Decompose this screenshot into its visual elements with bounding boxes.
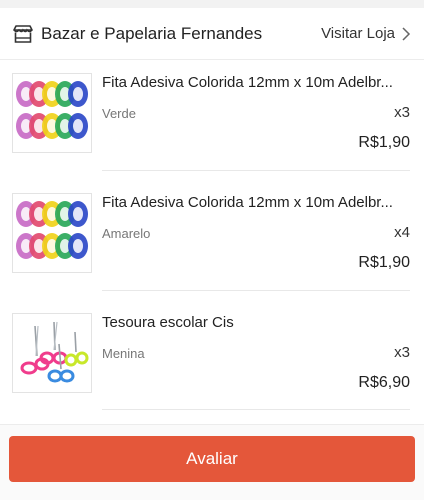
chevron-right-icon xyxy=(401,26,411,41)
tape-roll-core xyxy=(73,207,83,221)
product-price: R$1,90 xyxy=(358,254,410,271)
order-item[interactable]: Tesoura escolar Cis Menina x3 R$6,90 xyxy=(12,300,410,420)
product-variant: Menina xyxy=(102,346,145,361)
shop-name: Bazar e Papelaria Fernandes xyxy=(41,23,263,43)
product-quantity: x3 xyxy=(394,344,410,361)
product-quantity: x4 xyxy=(394,224,410,241)
product-image xyxy=(12,313,92,393)
product-quantity: x3 xyxy=(394,104,410,121)
product-price: R$1,90 xyxy=(358,134,410,151)
divider xyxy=(102,170,410,171)
product-image xyxy=(12,193,92,273)
product-price: R$6,90 xyxy=(358,374,410,391)
order-item[interactable]: Fita Adesiva Colorida 12mm x 10m Adelbr.… xyxy=(12,60,410,180)
visit-store-label: Visitar Loja xyxy=(321,25,395,42)
top-strip xyxy=(0,0,424,8)
order-item[interactable]: Fita Adesiva Colorida 12mm x 10m Adelbr.… xyxy=(12,180,410,300)
product-image xyxy=(12,73,92,153)
scissors-graphic xyxy=(20,321,89,383)
tape-rolls-graphic xyxy=(16,201,88,259)
product-variant: Verde xyxy=(102,106,136,121)
product-variant: Amarelo xyxy=(102,226,151,241)
product-title: Fita Adesiva Colorida 12mm x 10m Adelbr.… xyxy=(102,194,393,211)
store-icon xyxy=(12,23,34,45)
tape-roll-core xyxy=(73,239,83,253)
tape-roll-core xyxy=(73,87,83,101)
tape-roll-core xyxy=(73,119,83,133)
footer-bar: Avaliar xyxy=(0,424,424,500)
shop-header[interactable]: Bazar e Papelaria Fernandes Visitar Loja xyxy=(0,8,424,60)
visit-store-link[interactable]: Visitar Loja xyxy=(321,25,411,42)
rate-button[interactable]: Avaliar xyxy=(9,436,415,482)
product-title: Tesoura escolar Cis xyxy=(102,314,234,331)
product-title: Fita Adesiva Colorida 12mm x 10m Adelbr.… xyxy=(102,74,393,91)
tape-rolls-graphic xyxy=(16,81,88,139)
divider xyxy=(102,290,410,291)
divider xyxy=(102,409,410,410)
